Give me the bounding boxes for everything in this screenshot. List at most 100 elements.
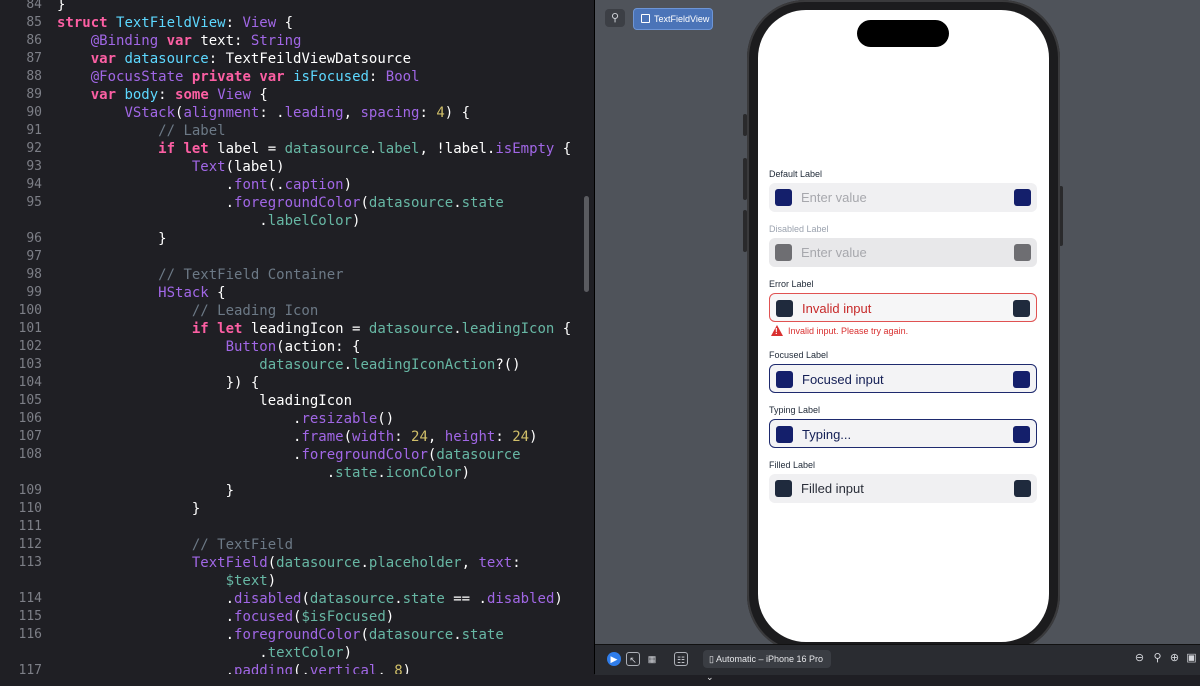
code-line[interactable]: 84} <box>0 0 594 14</box>
line-number: 109 <box>18 483 42 498</box>
leading-icon[interactable] <box>776 371 793 388</box>
line-number: 112 <box>18 537 42 552</box>
code-line[interactable]: 115 .focused($isFocused) <box>0 608 594 626</box>
code-line[interactable]: 90 VStack(alignment: .leading, spacing: … <box>0 104 594 122</box>
device-settings-icon[interactable]: ☷ <box>674 652 688 666</box>
code-line[interactable]: 111 <box>0 518 594 536</box>
text-field-focused[interactable]: Focused input <box>769 364 1037 393</box>
code-line[interactable]: 116 .foregroundColor(datasource.state <box>0 626 594 644</box>
field-value: Enter value <box>801 245 867 260</box>
trailing-icon[interactable] <box>1014 189 1031 206</box>
warning-icon <box>771 325 783 338</box>
code-line[interactable]: 93 Text(label) <box>0 158 594 176</box>
code-line[interactable]: 106 .resizable() <box>0 410 594 428</box>
code-text: } <box>57 0 66 13</box>
live-preview-icon[interactable]: ▶ <box>607 652 621 666</box>
field-value: Typing... <box>802 427 852 442</box>
zoom-fit-icon[interactable]: ▣ <box>1185 652 1198 665</box>
code-line[interactable]: 109 } <box>0 482 594 500</box>
line-number: 94 <box>26 177 42 192</box>
code-line[interactable]: 102 Button(action: { <box>0 338 594 356</box>
code-text: .focused($isFocused) <box>57 609 395 625</box>
zoom-in-icon[interactable]: ⊕ <box>1168 652 1181 665</box>
code-text: .foregroundColor(datasource <box>57 447 521 463</box>
code-text: .frame(width: 24, height: 24) <box>57 429 538 445</box>
code-text: } <box>57 483 235 499</box>
leading-icon[interactable] <box>775 244 792 261</box>
field-label: Error Label <box>769 279 814 289</box>
code-line[interactable]: 108 .foregroundColor(datasource <box>0 446 594 464</box>
line-number: 85 <box>26 15 42 30</box>
field-label: Focused Label <box>769 350 829 360</box>
code-line[interactable]: 112 // TextField <box>0 536 594 554</box>
code-text: var datasource: TextFeildViewDatsource <box>90 51 412 67</box>
leading-icon[interactable] <box>776 300 793 317</box>
trailing-icon[interactable] <box>1013 300 1030 317</box>
line-number: 105 <box>18 393 42 408</box>
code-text: .disabled(datasource.state == .disabled) <box>57 591 563 607</box>
code-line[interactable]: 92 if let label = datasource.label, !lab… <box>0 140 594 158</box>
leading-icon[interactable] <box>776 426 793 443</box>
trailing-icon[interactable] <box>1013 426 1030 443</box>
code-editor[interactable]: 84} 85 struct TextFieldView: View {86 @Bin… <box>0 0 594 674</box>
line-number: 100 <box>18 303 42 318</box>
code-line[interactable]: 114 .disabled(datasource.state == .disab… <box>0 590 594 608</box>
code-line[interactable]: 117 .padding(.vertical, 8) <box>0 662 594 674</box>
code-line[interactable]: 100 // Leading Icon <box>0 302 594 320</box>
code-line[interactable]: 91 // Label <box>0 122 594 140</box>
error-text: Invalid input. Please try again. <box>788 326 909 336</box>
code-text: .font(.caption) <box>57 177 353 193</box>
trailing-icon[interactable] <box>1014 244 1031 261</box>
trailing-icon[interactable] <box>1014 480 1031 497</box>
code-line[interactable]: .state.iconColor) <box>0 464 594 482</box>
editor-scrollbar[interactable] <box>584 196 589 292</box>
code-line[interactable]: 110 } <box>0 500 594 518</box>
text-field-error[interactable]: Invalid input <box>769 293 1037 322</box>
device-selector[interactable]: ▯ Automatic – iPhone 16 Pro ⌄ <box>703 650 831 682</box>
code-text: .foregroundColor(datasource.state <box>57 627 504 643</box>
code-line[interactable]: .textColor) <box>0 644 594 662</box>
code-line[interactable]: 101 if let leadingIcon = datasource.lead… <box>0 320 594 338</box>
code-text: .textColor) <box>57 645 353 661</box>
line-number: 115 <box>18 609 42 624</box>
code-text: .resizable() <box>57 411 395 427</box>
code-line[interactable]: 103 datasource.leadingIconAction?() <box>0 356 594 374</box>
code-line[interactable]: 95 .foregroundColor(datasource.state <box>0 194 594 212</box>
text-field-typing[interactable]: Typing... <box>769 419 1037 448</box>
code-text: VStack(alignment: .leading, spacing: 4) … <box>124 105 471 121</box>
zoom-out-icon[interactable]: ⊖ <box>1133 652 1146 665</box>
trailing-icon[interactable] <box>1013 371 1030 388</box>
zoom-actual-icon[interactable]: ⚲ <box>1151 652 1164 665</box>
code-line[interactable]: 104 }) { <box>0 374 594 392</box>
text-field-default[interactable]: Enter value <box>769 183 1037 212</box>
code-line[interactable]: 97 <box>0 248 594 266</box>
code-line[interactable]: 89 var body: some View { <box>0 86 594 104</box>
code-line[interactable]: .labelColor) <box>0 212 594 230</box>
code-line[interactable]: 107 .frame(width: 24, height: 24) <box>0 428 594 446</box>
code-line[interactable]: 88 @FocusState private var isFocused: Bo… <box>0 68 594 86</box>
preview-tab[interactable]: TextFieldView <box>633 8 713 30</box>
pin-icon[interactable]: ⚲ <box>605 9 625 27</box>
code-text: }) { <box>57 375 260 391</box>
line-number: 93 <box>26 159 42 174</box>
leading-icon[interactable] <box>775 480 792 497</box>
code-text: TextField(datasource.placeholder, text: <box>191 555 521 571</box>
code-line[interactable]: 98 // TextField Container <box>0 266 594 284</box>
code-line[interactable]: 87 var datasource: TextFeildViewDatsourc… <box>0 50 594 68</box>
line-number: 106 <box>18 411 42 426</box>
code-line[interactable]: 105 leadingIcon <box>0 392 594 410</box>
code-line[interactable]: 86 @Binding var text: String <box>0 32 594 50</box>
code-line[interactable]: 113 TextField(datasource.placeholder, te… <box>0 554 594 572</box>
leading-icon[interactable] <box>775 189 792 206</box>
code-line[interactable]: 99 HStack { <box>0 284 594 302</box>
code-line[interactable]: 94 .font(.caption) <box>0 176 594 194</box>
code-text: struct TextFieldView: View { <box>57 15 294 31</box>
variants-icon[interactable]: ▦ <box>645 652 659 666</box>
field-value: Focused input <box>802 372 884 387</box>
line-number: 116 <box>18 627 42 642</box>
code-line[interactable]: 96 } <box>0 230 594 248</box>
code-line[interactable]: 85 struct TextFieldView: View { <box>0 14 594 32</box>
selectable-mode-icon[interactable]: ↖ <box>626 652 640 666</box>
text-field-filled[interactable]: Filled input <box>769 474 1037 503</box>
code-line[interactable]: $text) <box>0 572 594 590</box>
